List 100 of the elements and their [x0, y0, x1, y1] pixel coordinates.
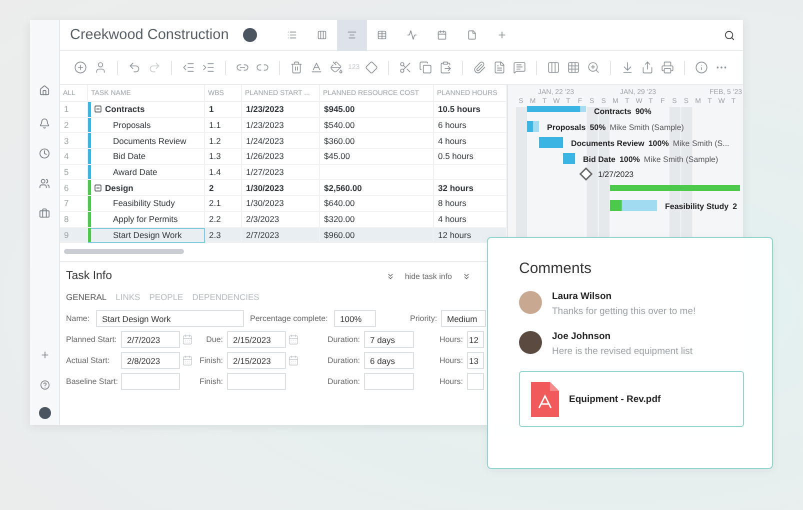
date-cell: 1/23/2023 [242, 102, 320, 118]
row-number: 7 [60, 196, 88, 212]
project-title: Creekwood Construction [70, 27, 229, 43]
date-cell: 1/30/2023 [242, 180, 320, 196]
wbs-cell: 1 [205, 102, 242, 118]
task-name-cell[interactable]: Proposals [88, 118, 205, 134]
cost-cell: $2,560.00 [320, 180, 434, 196]
wbs-cell: 2.1 [205, 196, 242, 212]
info-icon[interactable] [692, 59, 710, 76]
bar-label: Documents Review 100% Mike Smith (S... [571, 139, 730, 148]
wbs-cell: 1.2 [205, 133, 242, 150]
row-number: 1 [60, 102, 88, 118]
task-name-cell[interactable]: Contracts [88, 102, 205, 118]
hours-cell: 4 hours [434, 212, 507, 228]
summary-bar[interactable] [527, 106, 586, 112]
pdf-file-icon [531, 382, 559, 416]
task-name-cell[interactable]: Bid Date [88, 149, 205, 165]
cost-cell: $45.00 [320, 149, 434, 165]
field-label: Baseline Start: [66, 377, 120, 386]
input-field[interactable]: 7 days [364, 331, 414, 348]
comment-icon[interactable] [510, 59, 528, 76]
input-field[interactable]: 2/8/2023 [121, 352, 180, 369]
info-tab[interactable]: GENERAL [66, 292, 107, 302]
bar-label: Bid Date 100% Mike Smith (Sample) [583, 155, 718, 164]
cost-cell: $540.00 [320, 118, 434, 134]
user-avatar[interactable] [242, 28, 257, 42]
row-number: 4 [60, 149, 88, 165]
field-label: Due: [205, 335, 224, 344]
calendar-icon[interactable] [180, 355, 194, 366]
task-name-cell[interactable]: Apply for Permits [88, 212, 205, 228]
field-label: Percentage complete: [250, 314, 329, 323]
wbs-cell: 2.2 [205, 212, 242, 228]
cost-cell: $640.00 [320, 196, 434, 212]
paint-bucket-icon[interactable] [328, 59, 345, 76]
user-avatar [519, 331, 542, 354]
diamond-icon[interactable] [362, 59, 380, 76]
calendar-icon[interactable] [180, 334, 194, 345]
input-field[interactable]: 2/15/2023 [227, 331, 286, 348]
input-field[interactable] [121, 373, 180, 390]
input-field[interactable]: Start Design Work [96, 310, 244, 327]
attachment-card[interactable]: Equipment - Rev.pdf [519, 371, 744, 427]
date-cell: 1/27/2023 [242, 164, 320, 180]
user-avatar[interactable] [38, 407, 50, 419]
minus-box-icon[interactable] [94, 105, 102, 114]
row-number: 3 [60, 133, 88, 150]
field-label: Hours: [438, 377, 464, 386]
field-label: Duration: [326, 356, 361, 365]
user-avatar [519, 291, 542, 314]
wbs-cell: 2.3 [205, 228, 242, 244]
date-cell: 2/7/2023 [242, 228, 320, 244]
scrollbar[interactable] [64, 249, 184, 254]
task-name-cell[interactable]: Design [88, 180, 205, 196]
copy-icon[interactable] [416, 59, 434, 76]
add-icon[interactable] [72, 59, 89, 76]
calendar-icon[interactable] [286, 334, 300, 345]
task-name-cell[interactable]: Documents Review [88, 133, 205, 150]
task-name-cell[interactable]: Feasibility Study [88, 196, 205, 212]
input-field[interactable]: 12 [467, 331, 484, 348]
field-label: Planned Start: [66, 335, 118, 344]
print-icon[interactable] [658, 59, 676, 76]
input-field[interactable] [467, 373, 484, 390]
field-label: Hours: [438, 356, 464, 365]
row-number: 5 [60, 164, 88, 180]
file-name: Equipment - Rev.pdf [569, 394, 661, 404]
input-field[interactable] [364, 373, 414, 390]
hours-cell: 32 hours [434, 180, 507, 196]
comment-text: Thanks for getting this over to me! [552, 306, 696, 317]
row-number: 8 [60, 212, 88, 228]
double-chevron-icon [386, 272, 395, 280]
cost-cell: $360.00 [320, 133, 434, 150]
row-number: 6 [60, 180, 88, 196]
task-name-cell[interactable]: Award Date [88, 164, 205, 180]
input-field[interactable]: 2/7/2023 [121, 331, 180, 348]
calendar-icon[interactable] [286, 355, 300, 366]
hours-cell: 4 hours [434, 133, 507, 150]
date-cell: 1/30/2023 [242, 196, 320, 212]
input-field[interactable]: 2/15/2023 [227, 352, 286, 369]
field-label: Hours: [438, 335, 464, 344]
milestone-diamond[interactable] [579, 167, 593, 181]
field-label: Priority: [410, 314, 438, 323]
row-number: 2 [60, 118, 88, 134]
panel-title: Comments [519, 260, 593, 277]
double-chevron-icon [462, 272, 471, 280]
search-icon[interactable] [724, 30, 735, 40]
input-field[interactable]: Medium [441, 310, 486, 327]
row-number: 9 [60, 228, 88, 244]
gantt-icon[interactable] [336, 20, 367, 50]
bar-label: Proposals 50% Mike Smith (Sample) [547, 123, 684, 132]
input-field[interactable]: 6 days [364, 352, 414, 369]
wbs-cell: 1.4 [205, 164, 242, 180]
hide-task-info-button[interactable]: hide task info [386, 272, 471, 280]
task-name-cell[interactable]: Start Design Work [88, 228, 205, 244]
minus-box-icon[interactable] [94, 184, 102, 192]
input-field[interactable]: 13 [467, 352, 484, 369]
wbs-cell: 1.1 [205, 118, 242, 134]
input-field[interactable]: 100% [334, 310, 376, 327]
trash-icon[interactable] [288, 59, 305, 76]
input-field[interactable] [227, 373, 286, 390]
field-label: Duration: [326, 335, 361, 344]
cost-cell: $945.00 [320, 102, 434, 118]
